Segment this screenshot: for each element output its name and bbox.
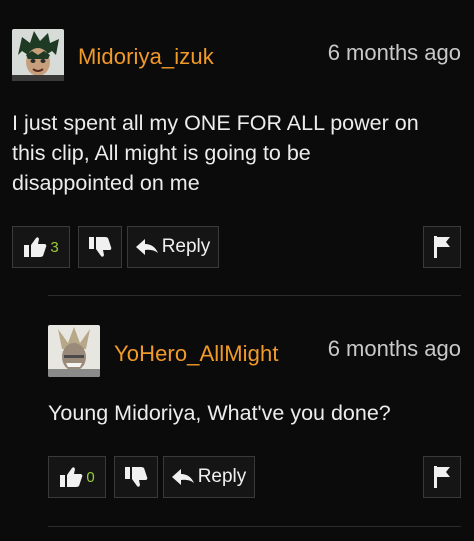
comment-text: I just spent all my ONE FOR ALL power on… <box>12 111 419 195</box>
username[interactable]: Midoriya_izuk <box>78 44 214 70</box>
reply-arrow-icon <box>171 469 194 485</box>
like-button[interactable]: 3 <box>12 226 70 268</box>
dislike-button[interactable] <box>114 456 158 498</box>
dislike-button[interactable] <box>78 226 122 268</box>
timestamp: 6 months ago <box>327 336 461 361</box>
thumbs-up-icon <box>24 237 47 257</box>
reply-arrow-icon <box>135 239 158 255</box>
thumbs-down-icon <box>125 467 148 487</box>
reply-comment: YoHero_AllMight 6 months ago Young Midor… <box>48 296 474 526</box>
like-count: 0 <box>86 468 95 486</box>
username[interactable]: YoHero_AllMight <box>114 341 279 367</box>
timestamp: 6 months ago <box>327 40 461 65</box>
like-button[interactable]: 0 <box>48 456 106 498</box>
thumbs-down-icon <box>89 237 112 257</box>
like-count: 3 <box>50 238 59 256</box>
comment-actions: 3 Reply <box>12 226 461 270</box>
divider <box>48 526 461 527</box>
reply-label: Reply <box>197 466 247 487</box>
flag-icon <box>434 466 450 488</box>
flag-icon <box>434 236 450 258</box>
thumbs-up-icon <box>60 467 83 487</box>
comment-actions: 0 Reply <box>48 456 461 500</box>
comment-text: Young Midoriya, What've you done? <box>48 401 391 425</box>
flag-button[interactable] <box>423 456 461 498</box>
reply-button[interactable]: Reply <box>163 456 255 498</box>
flag-button[interactable] <box>423 226 461 268</box>
reply-label: Reply <box>161 236 211 257</box>
comment: Midoriya_izuk 6 months ago I just spent … <box>0 0 474 295</box>
user-avatar[interactable] <box>12 29 64 81</box>
reply-button[interactable]: Reply <box>127 226 219 268</box>
user-avatar[interactable] <box>48 325 100 377</box>
